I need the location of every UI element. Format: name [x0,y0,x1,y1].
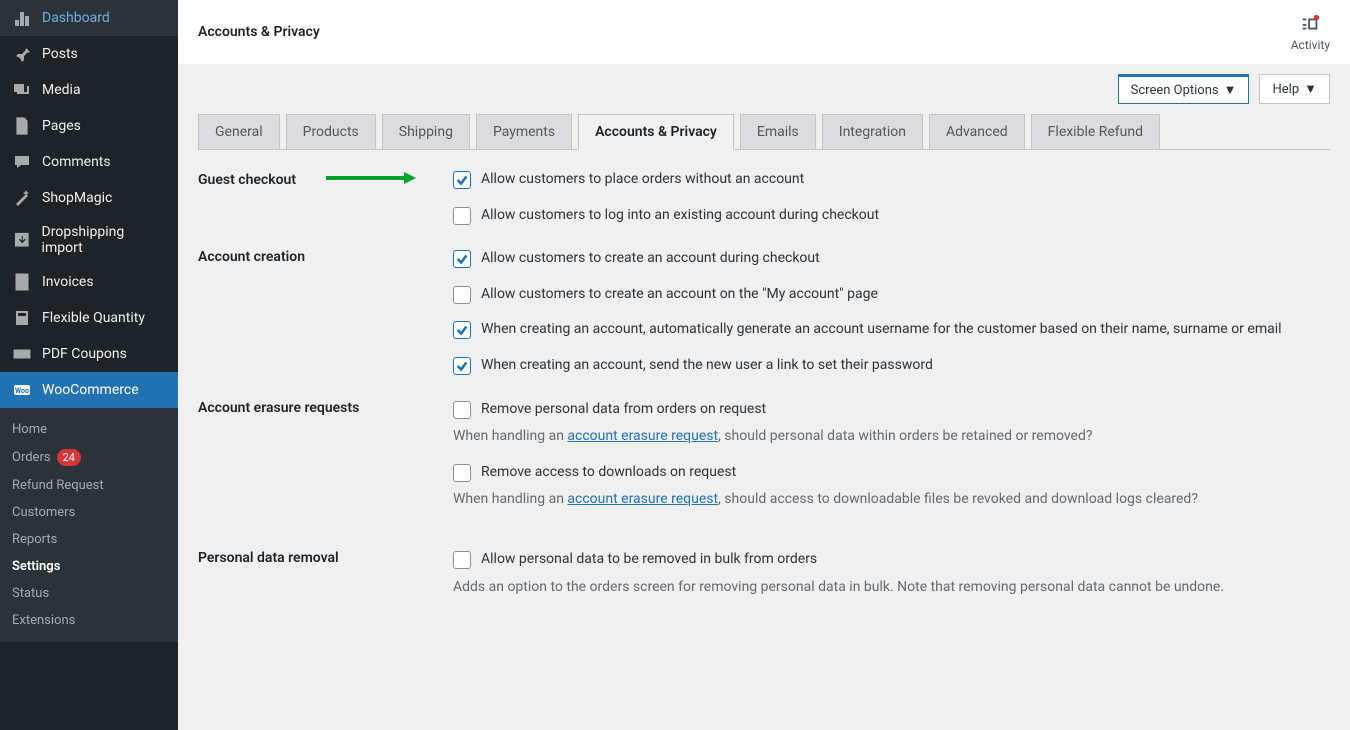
sidebar-item-dashboard[interactable]: Dashboard [0,0,178,36]
sidebar-item-invoices[interactable]: Invoices [0,264,178,300]
download-icon [12,230,32,250]
sidebar-label: ShopMagic [42,190,112,206]
tab-shipping[interactable]: Shipping [382,114,470,149]
checkbox-create-myaccount[interactable] [453,286,471,304]
checkbox-remove-downloads[interactable] [453,464,471,482]
help-text: When handling an account erasure request… [453,427,1330,447]
submenu-settings[interactable]: Settings [0,553,178,580]
sidebar-label: Dropshipping import [42,224,166,256]
checkbox-label: Allow personal data to be removed in bul… [481,550,817,570]
activity-button[interactable]: Activity [1291,13,1330,52]
erasure-request-link[interactable]: account erasure request [567,428,718,444]
dashboard-icon [12,8,32,28]
checkbox-auto-username[interactable] [453,321,471,339]
section-personal-data-removal: Personal data removal Allow personal dat… [198,550,1330,613]
woo-icon: Woo [12,380,32,400]
tab-emails[interactable]: Emails [740,114,816,149]
section-account-erasure: Account erasure requests Remove personal… [198,400,1330,526]
section-title: Account erasure requests [198,400,453,416]
help-text: When handling an account erasure request… [453,490,1330,510]
submenu-orders[interactable]: Orders24 [0,443,178,472]
pin-icon [12,44,32,64]
checkbox-label: Allow customers to place orders without … [481,170,804,190]
sidebar-item-posts[interactable]: Posts [0,36,178,72]
sidebar-label: WooCommerce [42,382,139,398]
section-account-creation: Account creation Allow customers to crea… [198,249,1330,375]
checkbox-label: Remove access to downloads on request [481,463,736,483]
sidebar-label: Comments [42,154,111,170]
sidebar-label: PDF Coupons [42,346,127,362]
checkbox-bulk-remove[interactable] [453,551,471,569]
tab-general[interactable]: General [198,114,280,149]
caret-down-icon: ▼ [1224,82,1237,98]
settings-tabs: General Products Shipping Payments Accou… [198,114,1330,150]
help-text: Adds an option to the orders screen for … [453,578,1330,598]
checkbox-label: Allow customers to log into an existing … [481,206,879,226]
screen-options-button[interactable]: Screen Options ▼ [1118,74,1250,104]
checkbox-guest-orders[interactable] [453,171,471,189]
checkbox-label: Remove personal data from orders on requ… [481,400,766,420]
checkbox-remove-personal-data[interactable] [453,401,471,419]
sidebar-item-woocommerce[interactable]: Woo WooCommerce [0,372,178,408]
tab-integration[interactable]: Integration [822,114,923,149]
sidebar-item-flexible-quantity[interactable]: Flexible Quantity [0,300,178,336]
section-title: Personal data removal [198,550,453,566]
sidebar-label: Flexible Quantity [42,310,145,326]
erasure-request-link[interactable]: account erasure request [567,491,718,507]
calc-icon [12,308,32,328]
sidebar-item-comments[interactable]: Comments [0,144,178,180]
submenu-reports[interactable]: Reports [0,526,178,553]
submenu-extensions[interactable]: Extensions [0,607,178,634]
sidebar-item-media[interactable]: Media [0,72,178,108]
submenu-refund-request[interactable]: Refund Request [0,472,178,499]
top-actions: Screen Options ▼ Help ▼ [178,64,1350,104]
checkbox-send-password-link[interactable] [453,357,471,375]
tab-flexible-refund[interactable]: Flexible Refund [1031,114,1160,149]
section-guest-checkout: Guest checkout Allow customers to place … [198,170,1330,225]
checkbox-login-during-checkout[interactable] [453,207,471,225]
media-icon [12,80,32,100]
submenu-status[interactable]: Status [0,580,178,607]
invoice-icon [12,272,32,292]
activity-label: Activity [1291,38,1330,52]
sidebar-label: Pages [42,118,81,134]
woocommerce-submenu: Home Orders24 Refund Request Customers R… [0,408,178,642]
svg-text:Woo: Woo [15,387,29,395]
caret-down-icon: ▼ [1304,81,1317,97]
admin-sidebar: Dashboard Posts Media Pages Comments Sho… [0,0,178,730]
checkbox-label: Allow customers to create an account dur… [481,249,820,269]
section-title: Account creation [198,249,453,265]
page-title: Accounts & Privacy [198,24,320,40]
checkbox-label: When creating an account, automatically … [481,320,1282,340]
help-button[interactable]: Help ▼ [1259,74,1330,104]
checkbox-label: Allow customers to create an account on … [481,285,878,305]
magic-icon [12,188,32,208]
section-title: Guest checkout [198,170,453,190]
sidebar-item-shopmagic[interactable]: ShopMagic [0,180,178,216]
coupon-icon [12,344,32,364]
checkbox-label: When creating an account, send the new u… [481,356,933,376]
submenu-home[interactable]: Home [0,416,178,443]
pages-icon [12,116,32,136]
sidebar-label: Media [42,82,81,98]
sidebar-label: Posts [42,46,78,62]
sidebar-label: Dashboard [42,10,110,26]
tab-advanced[interactable]: Advanced [929,114,1025,149]
tab-payments[interactable]: Payments [476,114,572,149]
topbar: Accounts & Privacy Activity [178,0,1350,64]
arrow-icon [326,170,416,190]
tab-products[interactable]: Products [286,114,376,149]
settings-content: General Products Shipping Payments Accou… [178,104,1350,677]
activity-icon [1299,13,1321,35]
sidebar-item-dropshipping[interactable]: Dropshipping import [0,216,178,264]
orders-count-badge: 24 [57,449,81,466]
tab-accounts-privacy[interactable]: Accounts & Privacy [578,114,734,150]
main-content: Accounts & Privacy Activity Screen Optio… [178,0,1350,730]
comments-icon [12,152,32,172]
submenu-customers[interactable]: Customers [0,499,178,526]
sidebar-label: Invoices [42,274,94,290]
sidebar-item-pages[interactable]: Pages [0,108,178,144]
sidebar-item-pdf-coupons[interactable]: PDF Coupons [0,336,178,372]
checkbox-create-during-checkout[interactable] [453,250,471,268]
